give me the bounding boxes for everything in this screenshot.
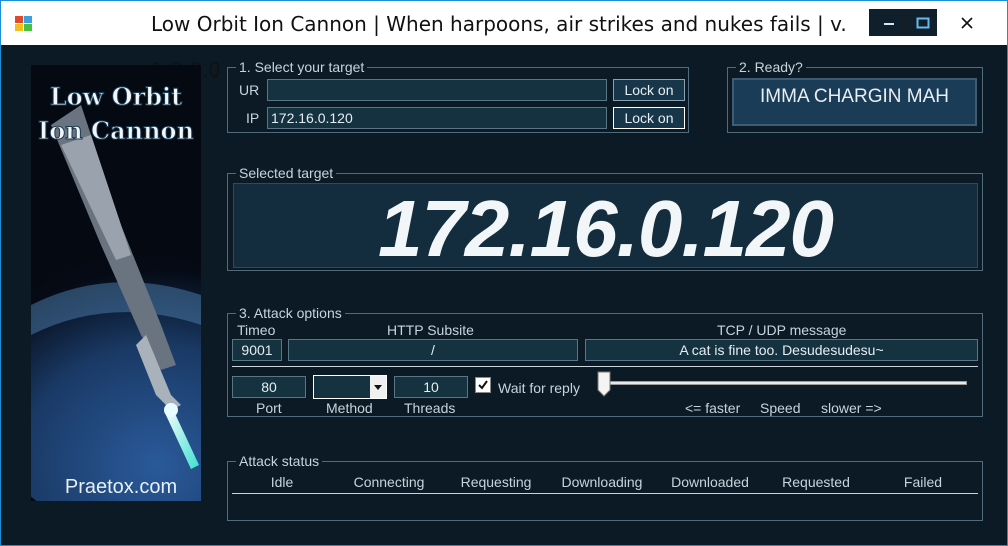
- selected-target-display: 172.16.0.120: [233, 183, 978, 273]
- options-divider: [232, 366, 978, 367]
- app-window: Low Orbit Ion Cannon | When harpoons, ai…: [0, 0, 1008, 546]
- lock-on-ip-button[interactable]: Lock on: [613, 107, 685, 129]
- speed-faster-label: <= faster: [685, 400, 741, 416]
- checkmark-icon: [478, 380, 488, 390]
- selected-target-legend: Selected target: [236, 164, 337, 182]
- status-divider: [232, 493, 978, 494]
- minimize-button[interactable]: [869, 9, 909, 36]
- banner-title-line1: Low Orbit: [50, 82, 182, 111]
- timeout-input[interactable]: 9001: [232, 339, 282, 361]
- app-icon: [15, 16, 32, 31]
- message-header: TCP / UDP message: [717, 322, 847, 338]
- speed-slider-thumb[interactable]: [597, 371, 611, 397]
- method-dropdown[interactable]: [313, 375, 387, 399]
- banner-title-line2: Ion Cannon: [38, 116, 194, 145]
- subsite-header: HTTP Subsite: [387, 322, 474, 338]
- status-downloaded: Downloaded: [671, 474, 749, 490]
- url-label: UR: [239, 82, 260, 98]
- window-title: Low Orbit Ion Cannon | When harpoons, ai…: [151, 12, 847, 82]
- status-downloading: Downloading: [561, 474, 643, 490]
- ip-label: IP: [246, 110, 260, 126]
- timeout-header: Timeo: [237, 322, 276, 338]
- threads-input[interactable]: 10: [394, 376, 468, 398]
- port-input[interactable]: 80: [232, 376, 306, 398]
- method-dropdown-arrow[interactable]: [370, 376, 386, 398]
- threads-label: Threads: [404, 400, 456, 416]
- wait-reply-label: Wait for reply: [498, 380, 580, 396]
- wait-reply-checkbox[interactable]: [475, 377, 491, 393]
- speed-slider-track[interactable]: [605, 381, 967, 385]
- attack-status-legend: Attack status: [236, 452, 323, 470]
- status-connecting: Connecting: [353, 474, 425, 490]
- fire-button[interactable]: IMMA CHARGIN MAH: [732, 78, 977, 126]
- ready-group-legend: 2. Ready?: [736, 58, 806, 76]
- port-label: Port: [256, 400, 282, 416]
- status-idle: Idle: [270, 474, 294, 490]
- chevron-down-icon: [374, 384, 382, 390]
- subsite-input[interactable]: /: [288, 339, 578, 361]
- attack-status-group: Attack status: [227, 452, 983, 521]
- status-failed: Failed: [903, 474, 943, 490]
- title-bar: Low Orbit Ion Cannon | When harpoons, ai…: [1, 1, 1007, 82]
- lock-on-url-button[interactable]: Lock on: [613, 79, 685, 101]
- banner-site: Praetox.com: [65, 476, 177, 498]
- speed-slower-label: slower =>: [821, 400, 882, 416]
- speed-label: Speed: [760, 400, 801, 416]
- close-button[interactable]: [937, 9, 997, 36]
- url-input[interactable]: [267, 79, 607, 101]
- close-icon: [961, 16, 973, 29]
- maximize-icon: [916, 17, 930, 28]
- status-requesting: Requesting: [460, 474, 532, 490]
- ip-input[interactable]: 172.16.0.120: [267, 107, 607, 129]
- message-input[interactable]: A cat is fine too. Desudesudesu~: [585, 339, 978, 361]
- attack-options-legend: 3. Attack options: [236, 304, 345, 322]
- status-requested: Requested: [782, 474, 850, 490]
- method-label: Method: [326, 400, 373, 416]
- target-group-legend: 1. Select your target: [236, 58, 368, 76]
- minimize-icon: [884, 22, 894, 25]
- loic-banner-image: Low Orbit Ion Cannon Praetox.com: [31, 65, 201, 501]
